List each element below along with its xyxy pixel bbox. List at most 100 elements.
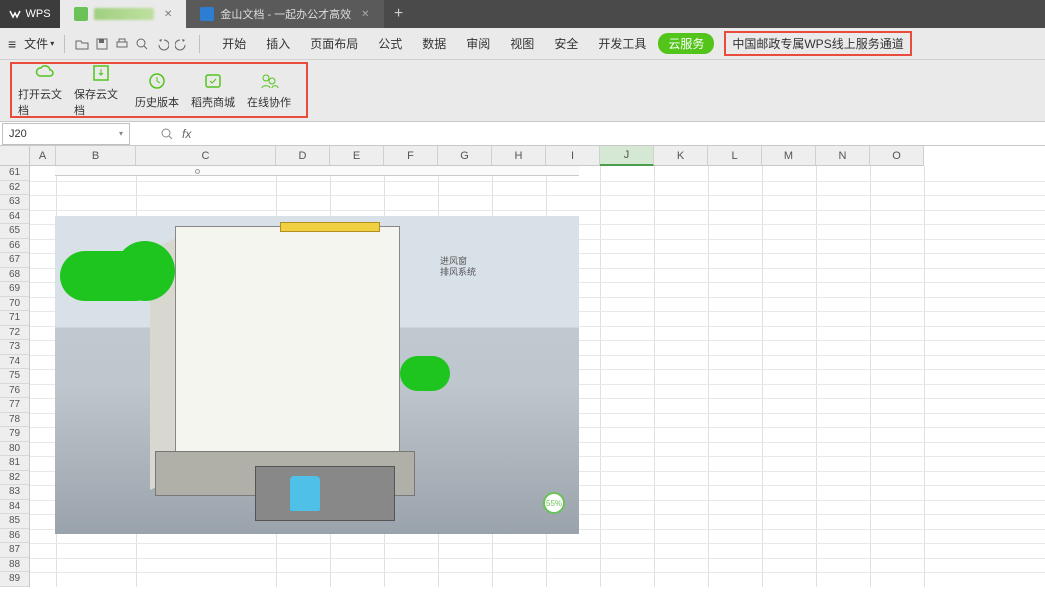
scene-label-1: 进风窗排风系统 <box>440 256 476 278</box>
cells-area[interactable]: 进风窗排风系统 55% <box>30 166 1045 587</box>
hamburger-icon[interactable]: ≡ <box>8 36 16 52</box>
row-header-64[interactable]: 64 <box>0 210 29 225</box>
close-icon[interactable]: ✕ <box>361 9 369 20</box>
col-header-F[interactable]: F <box>384 146 438 166</box>
row-header-67[interactable]: 67 <box>0 253 29 268</box>
row-header-73[interactable]: 73 <box>0 340 29 355</box>
blurred-filename <box>94 8 154 20</box>
row-header-61[interactable]: 61 <box>0 166 29 181</box>
tab-layout[interactable]: 页面布局 <box>302 31 366 56</box>
undo-icon[interactable] <box>153 35 171 53</box>
print-icon[interactable] <box>113 35 131 53</box>
col-header-M[interactable]: M <box>762 146 816 166</box>
embedded-image[interactable]: 进风窗排风系统 55% <box>55 166 579 534</box>
image-handle <box>195 169 200 174</box>
row-header-66[interactable]: 66 <box>0 239 29 254</box>
spreadsheet-icon <box>74 7 88 21</box>
row-header-68[interactable]: 68 <box>0 268 29 283</box>
open-cloud-button[interactable]: 打开云文档 <box>18 62 72 118</box>
row-header-69[interactable]: 69 <box>0 282 29 297</box>
doc-icon <box>200 7 214 21</box>
formula-bar-row: J20 ▾ fx <box>0 122 1045 146</box>
col-header-A[interactable]: A <box>30 146 56 166</box>
row-header-80[interactable]: 80 <box>0 442 29 457</box>
row-header-87[interactable]: 87 <box>0 543 29 558</box>
col-header-O[interactable]: O <box>870 146 924 166</box>
col-header-L[interactable]: L <box>708 146 762 166</box>
open-icon[interactable] <box>73 35 91 53</box>
row-header-81[interactable]: 81 <box>0 456 29 471</box>
row-header-86[interactable]: 86 <box>0 529 29 544</box>
col-header-D[interactable]: D <box>276 146 330 166</box>
cad-scene: 进风窗排风系统 55% <box>55 216 579 534</box>
grid-body: 6162636465666768697071727374757677787980… <box>0 166 1045 587</box>
row-header-83[interactable]: 83 <box>0 485 29 500</box>
row-headers: 6162636465666768697071727374757677787980… <box>0 166 30 587</box>
col-header-J[interactable]: J <box>600 146 654 166</box>
row-header-89[interactable]: 89 <box>0 572 29 587</box>
row-header-62[interactable]: 62 <box>0 181 29 196</box>
chevron-down-icon[interactable]: ▾ <box>119 129 123 138</box>
cloud-save-icon <box>90 62 112 84</box>
template-icon <box>202 70 224 92</box>
tab-insert[interactable]: 插入 <box>258 31 298 56</box>
save-cloud-button[interactable]: 保存云文档 <box>74 62 128 118</box>
ribbon-tabs: 开始 插入 页面布局 公式 数据 审阅 视图 安全 开发工具 云服务 中国邮政专… <box>214 31 912 56</box>
row-header-77[interactable]: 77 <box>0 398 29 413</box>
history-icon <box>146 70 168 92</box>
col-header-K[interactable]: K <box>654 146 708 166</box>
tab-data[interactable]: 数据 <box>414 31 454 56</box>
tab-devtools[interactable]: 开发工具 <box>590 31 654 56</box>
tab-start[interactable]: 开始 <box>214 31 254 56</box>
row-header-79[interactable]: 79 <box>0 427 29 442</box>
col-header-C[interactable]: C <box>136 146 276 166</box>
select-all-corner[interactable] <box>0 146 30 166</box>
close-icon[interactable]: ✕ <box>164 9 172 20</box>
zoom-icon <box>160 127 174 141</box>
highlighted-ribbon-group: 打开云文档 保存云文档 历史版本 稻壳商城 在线协作 <box>10 62 308 118</box>
row-header-72[interactable]: 72 <box>0 326 29 341</box>
save-icon[interactable] <box>93 35 111 53</box>
row-header-78[interactable]: 78 <box>0 413 29 428</box>
col-header-B[interactable]: B <box>56 146 136 166</box>
preview-icon[interactable] <box>133 35 151 53</box>
tab-security[interactable]: 安全 <box>546 31 586 56</box>
tab-formula[interactable]: 公式 <box>370 31 410 56</box>
document-tab-1[interactable]: ✕ <box>60 0 186 28</box>
row-header-84[interactable]: 84 <box>0 500 29 515</box>
col-header-E[interactable]: E <box>330 146 384 166</box>
template-mall-button[interactable]: 稻壳商城 <box>186 70 240 110</box>
row-header-82[interactable]: 82 <box>0 471 29 486</box>
tab-view[interactable]: 视图 <box>502 31 542 56</box>
tab-cloud[interactable]: 云服务 <box>658 33 714 54</box>
image-border-top <box>55 166 579 176</box>
cloud-open-icon <box>34 62 56 84</box>
row-header-85[interactable]: 85 <box>0 514 29 529</box>
col-header-N[interactable]: N <box>816 146 870 166</box>
collab-button[interactable]: 在线协作 <box>242 70 296 110</box>
name-box[interactable]: J20 ▾ <box>2 123 130 145</box>
row-header-65[interactable]: 65 <box>0 224 29 239</box>
new-tab-button[interactable]: + <box>384 5 414 23</box>
row-header-74[interactable]: 74 <box>0 355 29 370</box>
col-header-H[interactable]: H <box>492 146 546 166</box>
row-header-75[interactable]: 75 <box>0 369 29 384</box>
app-logo: WPS <box>0 0 60 28</box>
row-header-71[interactable]: 71 <box>0 311 29 326</box>
row-header-63[interactable]: 63 <box>0 195 29 210</box>
formula-bar[interactable]: fx <box>160 127 191 141</box>
row-header-76[interactable]: 76 <box>0 384 29 399</box>
file-menu[interactable]: 文件▾ <box>22 33 56 54</box>
redo-icon[interactable] <box>173 35 191 53</box>
row-header-88[interactable]: 88 <box>0 558 29 573</box>
history-button[interactable]: 历史版本 <box>130 70 184 110</box>
tab-review[interactable]: 审阅 <box>458 31 498 56</box>
document-tab-2[interactable]: 金山文档 - 一起办公才高效 ✕ <box>186 0 383 28</box>
col-header-I[interactable]: I <box>546 146 600 166</box>
service-channel-link[interactable]: 中国邮政专属WPS线上服务通道 <box>724 31 911 56</box>
menu-bar: ≡ 文件▾ 开始 插入 页面布局 公式 数据 审阅 视图 安全 开发工具 云服务… <box>0 28 1045 60</box>
fx-label: fx <box>182 127 191 141</box>
col-header-G[interactable]: G <box>438 146 492 166</box>
title-bar: WPS ✕ 金山文档 - 一起办公才高效 ✕ + <box>0 0 1045 28</box>
row-header-70[interactable]: 70 <box>0 297 29 312</box>
